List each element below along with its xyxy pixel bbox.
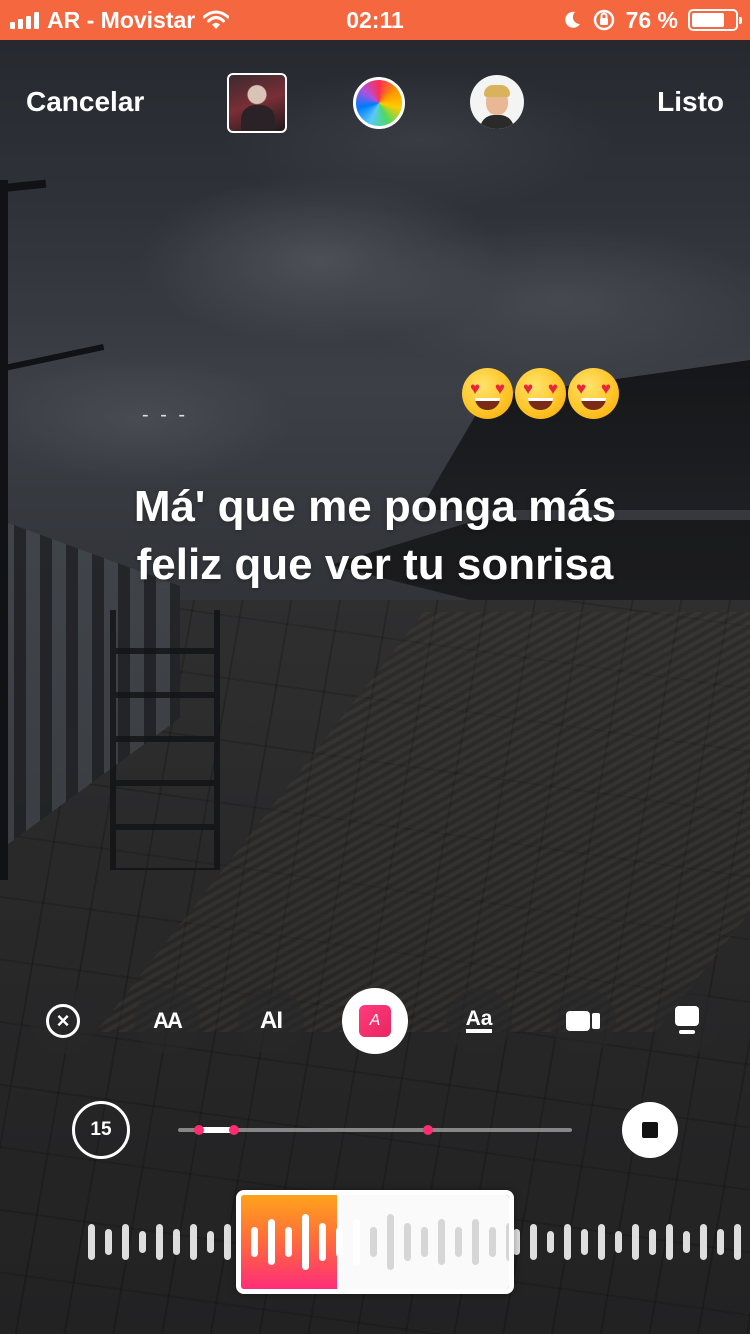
emoji-group: ♥ ♥ ♥ ♥ ♥ ♥ bbox=[462, 368, 619, 419]
battery-percent: 76 % bbox=[625, 6, 678, 33]
album-cover-thumbnail[interactable] bbox=[227, 73, 287, 133]
segment-end-marker[interactable] bbox=[229, 1125, 239, 1135]
heart-eyes-emoji-icon: ♥ ♥ bbox=[462, 368, 513, 419]
orientation-lock-icon bbox=[593, 9, 614, 31]
waveform-bar bbox=[683, 1231, 690, 1253]
waveform-bar bbox=[190, 1224, 197, 1260]
status-bar: AR - Movistar 02:11 76 % bbox=[0, 0, 750, 40]
current-lyric-line[interactable]: Má' que me ponga más feliz que ver tu so… bbox=[100, 478, 650, 594]
waveform-bar bbox=[139, 1231, 146, 1253]
waveform-bar bbox=[717, 1229, 724, 1255]
waveform-bar bbox=[700, 1224, 707, 1260]
clip-waveform-bar bbox=[285, 1227, 292, 1257]
close-circle-icon: × bbox=[46, 1004, 80, 1038]
waveform-bar bbox=[122, 1224, 129, 1260]
clip-waveform-bar bbox=[421, 1227, 428, 1257]
clip-waveform-bar bbox=[438, 1219, 445, 1265]
clip-waveform-bar bbox=[319, 1223, 326, 1261]
remove-lyrics-button[interactable]: × bbox=[30, 988, 96, 1054]
clip-selector[interactable] bbox=[236, 1190, 514, 1294]
clip-waveform-bar bbox=[370, 1227, 377, 1257]
waveform-bar bbox=[530, 1224, 537, 1260]
card-style-button[interactable] bbox=[654, 988, 720, 1054]
waveform-bar bbox=[224, 1224, 231, 1260]
pink-text-icon: A bbox=[359, 1005, 391, 1037]
heart-eyes-emoji-icon: ♥ ♥ bbox=[515, 368, 566, 419]
battery-icon bbox=[688, 9, 742, 31]
cancel-button[interactable]: Cancelar bbox=[26, 86, 144, 118]
segment-start-marker[interactable] bbox=[194, 1125, 204, 1135]
waveform-bar bbox=[547, 1231, 554, 1253]
clip-waveform-bar bbox=[302, 1214, 309, 1270]
clip-waveform-bar bbox=[506, 1223, 509, 1261]
stop-icon bbox=[642, 1122, 658, 1138]
video-mode-button[interactable] bbox=[550, 988, 616, 1054]
moon-icon bbox=[564, 11, 580, 28]
clip-waveform-bar bbox=[353, 1219, 360, 1265]
waveform-bar bbox=[598, 1224, 605, 1260]
lyrics-style-toolbar: × AA AI A Aa bbox=[0, 988, 750, 1054]
waveform-bar bbox=[649, 1229, 656, 1255]
previous-lyric-line: - - - bbox=[142, 404, 189, 426]
color-style-button[interactable]: A bbox=[342, 988, 408, 1054]
editor-top-bar: Cancelar Listo bbox=[0, 72, 750, 134]
status-right: 76 % bbox=[562, 0, 742, 40]
text-size-button[interactable]: AA bbox=[134, 988, 200, 1054]
card-icon bbox=[675, 1006, 699, 1036]
waveform-bar bbox=[173, 1229, 180, 1255]
clip-waveform-bar bbox=[336, 1227, 343, 1257]
clip-waveform-bar bbox=[455, 1227, 462, 1257]
clip-waveform-bar bbox=[251, 1227, 258, 1257]
waveform-bar bbox=[105, 1229, 112, 1255]
text-highlight-button[interactable]: AI bbox=[238, 988, 304, 1054]
color-wheel-icon[interactable] bbox=[353, 77, 405, 129]
done-button[interactable]: Listo bbox=[657, 86, 724, 118]
clip-waveform-bar bbox=[472, 1219, 479, 1265]
text-size-icon: AA bbox=[153, 1008, 183, 1033]
waveform-bar bbox=[156, 1224, 163, 1260]
lyric-marker[interactable] bbox=[423, 1125, 433, 1135]
video-camera-icon bbox=[566, 1009, 600, 1033]
clip-waveform-bar bbox=[404, 1223, 411, 1261]
clip-waveform-bar bbox=[387, 1214, 394, 1270]
clip-waveform-bar bbox=[489, 1227, 496, 1257]
waveform-bar bbox=[615, 1231, 622, 1253]
clip-waveform-bar bbox=[268, 1219, 275, 1265]
duration-button[interactable]: 15 bbox=[72, 1101, 130, 1159]
song-waveform[interactable] bbox=[0, 1190, 750, 1294]
text-format-icon: Aa bbox=[465, 1008, 493, 1033]
waveform-bar bbox=[666, 1224, 673, 1260]
waveform-bar bbox=[564, 1224, 571, 1260]
waveform-bar bbox=[513, 1229, 520, 1255]
avatar[interactable] bbox=[470, 75, 524, 129]
waveform-bar bbox=[632, 1224, 639, 1260]
battery-fill bbox=[692, 13, 724, 27]
stop-button[interactable] bbox=[622, 1102, 678, 1158]
text-format-button[interactable]: Aa bbox=[446, 988, 512, 1054]
waveform-bar bbox=[581, 1229, 588, 1255]
waveform-bar bbox=[207, 1231, 214, 1253]
waveform-bar bbox=[88, 1224, 95, 1260]
heart-eyes-emoji-icon: ♥ ♥ bbox=[568, 368, 619, 419]
text-highlight-icon: AI bbox=[260, 1007, 283, 1034]
waveform-bar bbox=[734, 1224, 741, 1260]
clip-waveform-bars bbox=[251, 1195, 509, 1289]
